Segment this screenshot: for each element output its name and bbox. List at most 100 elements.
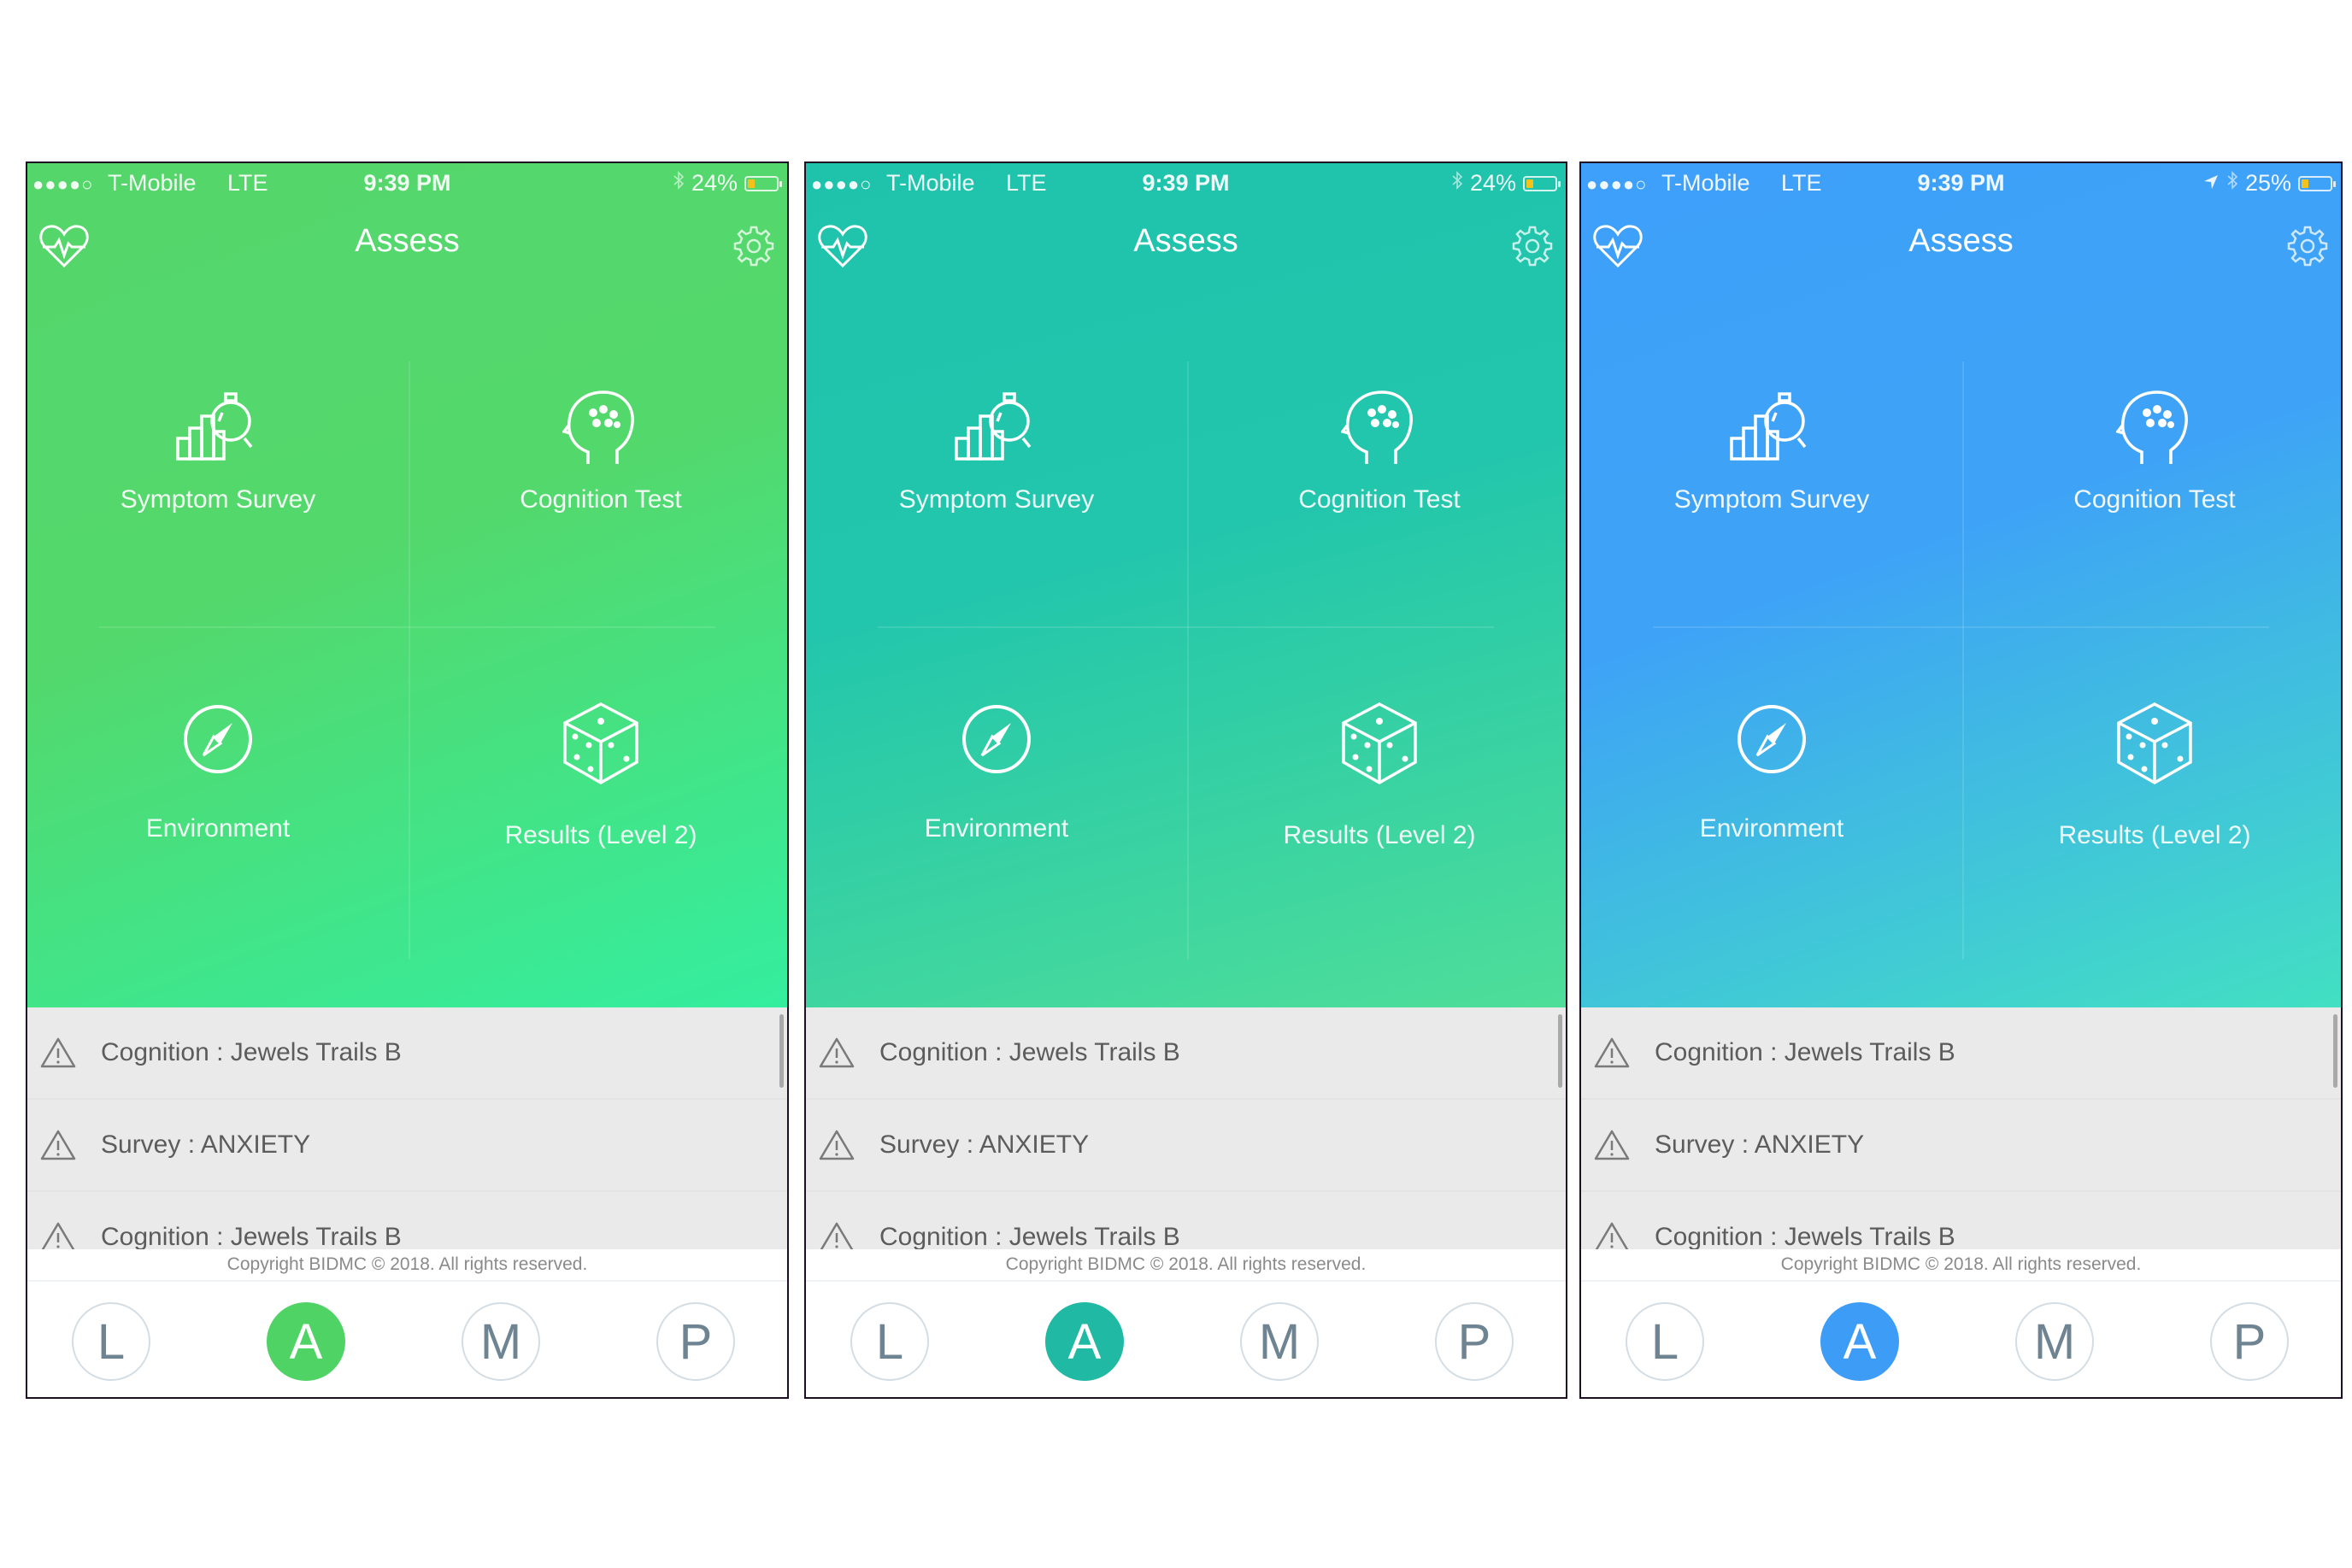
tile-environment[interactable]: Environment: [806, 662, 1187, 961]
chart-stopwatch-icon: [955, 392, 1032, 461]
tile-cognition-test[interactable]: Cognition Test: [1964, 361, 2341, 661]
tab-M[interactable]: M: [462, 1302, 540, 1381]
alert-text: Cognition : Jewels Trails B: [1655, 1223, 1955, 1249]
status-bar: ●●●●○ T-Mobile LTE 9:39 PM 25%: [1581, 163, 2341, 204]
tile-label: Environment: [924, 814, 1069, 843]
tile-symptom-survey[interactable]: Symptom Survey: [806, 361, 1187, 661]
status-right: 25%: [2202, 170, 2336, 197]
alerts-list[interactable]: Cognition : Jewels Trails B Survey : ANX…: [27, 1007, 787, 1249]
battery-icon: [2298, 175, 2336, 191]
tab-M[interactable]: M: [1240, 1302, 1319, 1381]
nav-bar: Assess: [1581, 206, 2341, 283]
tile-symptom-survey[interactable]: Symptom Survey: [27, 361, 409, 661]
bluetooth-icon: [673, 170, 685, 197]
battery-icon: [744, 175, 782, 191]
warning-icon: [40, 1130, 76, 1160]
alert-text: Cognition : Jewels Trails B: [101, 1038, 402, 1066]
tab-bar: L A M P: [1581, 1282, 2341, 1397]
tab-M[interactable]: M: [2015, 1302, 2094, 1381]
gear-icon[interactable]: [1511, 225, 1554, 267]
alert-text: Survey : ANXIETY: [1655, 1130, 1865, 1159]
alert-text: Cognition : Jewels Trails B: [879, 1038, 1180, 1066]
battery-level: [2302, 179, 2308, 188]
copyright-footer: Copyright BIDMC © 2018. All rights reser…: [1581, 1249, 2341, 1282]
warning-icon: [819, 1037, 855, 1068]
battery-percent: 24%: [691, 170, 738, 196]
alert-row[interactable]: Cognition : Jewels Trails B: [27, 1192, 787, 1249]
location-arrow-icon: [2202, 170, 2220, 197]
tile-label: Symptom Survey: [1673, 485, 1870, 514]
phone-screen-teal: ●●●●○ T-Mobile LTE 9:39 PM 24% Assess Sy…: [804, 161, 1567, 1399]
page-title: Assess: [1908, 223, 2014, 259]
battery-icon: [1523, 175, 1561, 191]
alerts-list[interactable]: Cognition : Jewels Trails B Survey : ANX…: [1581, 1007, 2341, 1249]
warning-icon: [1595, 1222, 1629, 1249]
tile-label: Cognition Test: [2073, 485, 2236, 514]
tile-results-level-2[interactable]: Results (Level 2): [1964, 662, 2341, 961]
tile-label: Symptom Survey: [898, 485, 1095, 514]
alert-row[interactable]: Survey : ANXIETY: [806, 1100, 1566, 1192]
tile-cognition-test[interactable]: Cognition Test: [1189, 361, 1566, 661]
tile-results-level-2[interactable]: Results (Level 2): [1189, 662, 1566, 961]
tab-L[interactable]: L: [72, 1302, 150, 1381]
tab-bar: L A M P: [806, 1282, 1566, 1397]
warning-icon: [820, 1222, 854, 1249]
tab-A[interactable]: A: [267, 1302, 345, 1381]
warning-icon: [1594, 1130, 1630, 1160]
alerts-list[interactable]: Cognition : Jewels Trails B Survey : ANX…: [806, 1007, 1566, 1249]
assess-grid: Symptom Survey Cognition Test Environmen…: [806, 361, 1566, 960]
tile-environment[interactable]: Environment: [27, 662, 409, 961]
warning-icon: [41, 1222, 75, 1249]
chart-stopwatch-icon: [176, 392, 253, 461]
tab-A[interactable]: A: [1045, 1302, 1124, 1381]
gear-icon[interactable]: [732, 225, 775, 267]
tab-L[interactable]: L: [850, 1302, 929, 1381]
alert-row[interactable]: Cognition : Jewels Trails B: [806, 1007, 1566, 1100]
tile-label: Environment: [145, 814, 291, 843]
tile-environment[interactable]: Environment: [1581, 662, 1962, 961]
alert-row[interactable]: Cognition : Jewels Trails B: [1581, 1192, 2341, 1249]
battery-level: [748, 179, 755, 188]
status-right: 24%: [673, 170, 782, 197]
battery-level: [1526, 179, 1533, 188]
chart-stopwatch-icon: [1730, 392, 1807, 461]
tab-P[interactable]: P: [656, 1302, 735, 1381]
tile-label: Results (Level 2): [504, 821, 697, 849]
status-bar: ●●●●○ T-Mobile LTE 9:39 PM 24%: [806, 163, 1566, 204]
list-scrollbar[interactable]: [779, 1014, 784, 1088]
tab-L[interactable]: L: [1626, 1302, 1704, 1381]
hero-panel: ●●●●○ T-Mobile LTE 9:39 PM 24% Assess Sy…: [27, 163, 787, 1007]
tab-A[interactable]: A: [1820, 1302, 1899, 1381]
list-scrollbar[interactable]: [2333, 1014, 2337, 1088]
warning-icon: [40, 1037, 76, 1068]
tile-symptom-survey[interactable]: Symptom Survey: [1581, 361, 1962, 661]
tile-cognition-test[interactable]: Cognition Test: [410, 361, 787, 661]
alert-text: Cognition : Jewels Trails B: [879, 1223, 1180, 1249]
phone-screen-blue: ●●●●○ T-Mobile LTE 9:39 PM 25% Assess Sy…: [1579, 161, 2343, 1399]
alert-text: Cognition : Jewels Trails B: [1655, 1038, 1955, 1066]
battery-percent: 25%: [2244, 170, 2291, 196]
tile-label: Results (Level 2): [2058, 821, 2251, 849]
page-title: Assess: [355, 223, 460, 259]
copyright-footer: Copyright BIDMC © 2018. All rights reser…: [806, 1249, 1566, 1282]
alert-row[interactable]: Survey : ANXIETY: [27, 1100, 787, 1192]
list-scrollbar[interactable]: [1558, 1014, 1562, 1088]
compass-icon: [1738, 705, 1806, 773]
compass-icon: [184, 705, 252, 773]
alert-row[interactable]: Cognition : Jewels Trails B: [806, 1192, 1566, 1249]
hero-panel: ●●●●○ T-Mobile LTE 9:39 PM 24% Assess Sy…: [806, 163, 1566, 1007]
nav-bar: Assess: [806, 206, 1566, 283]
tab-P[interactable]: P: [1435, 1302, 1514, 1381]
tile-results-level-2[interactable]: Results (Level 2): [410, 662, 787, 961]
alert-text: Survey : ANXIETY: [101, 1130, 311, 1159]
gear-icon[interactable]: [2286, 225, 2329, 267]
hero-panel: ●●●●○ T-Mobile LTE 9:39 PM 25% Assess Sy…: [1581, 163, 2341, 1007]
alert-row[interactable]: Cognition : Jewels Trails B: [1581, 1007, 2341, 1100]
assess-grid: Symptom Survey Cognition Test Environmen…: [27, 361, 787, 960]
alert-row[interactable]: Survey : ANXIETY: [1581, 1100, 2341, 1192]
alert-row[interactable]: Cognition : Jewels Trails B: [27, 1007, 787, 1100]
page-title: Assess: [1133, 223, 1238, 259]
tile-label: Symptom Survey: [120, 485, 316, 514]
tab-bar: L A M P: [27, 1282, 787, 1397]
tab-P[interactable]: P: [2210, 1302, 2289, 1381]
